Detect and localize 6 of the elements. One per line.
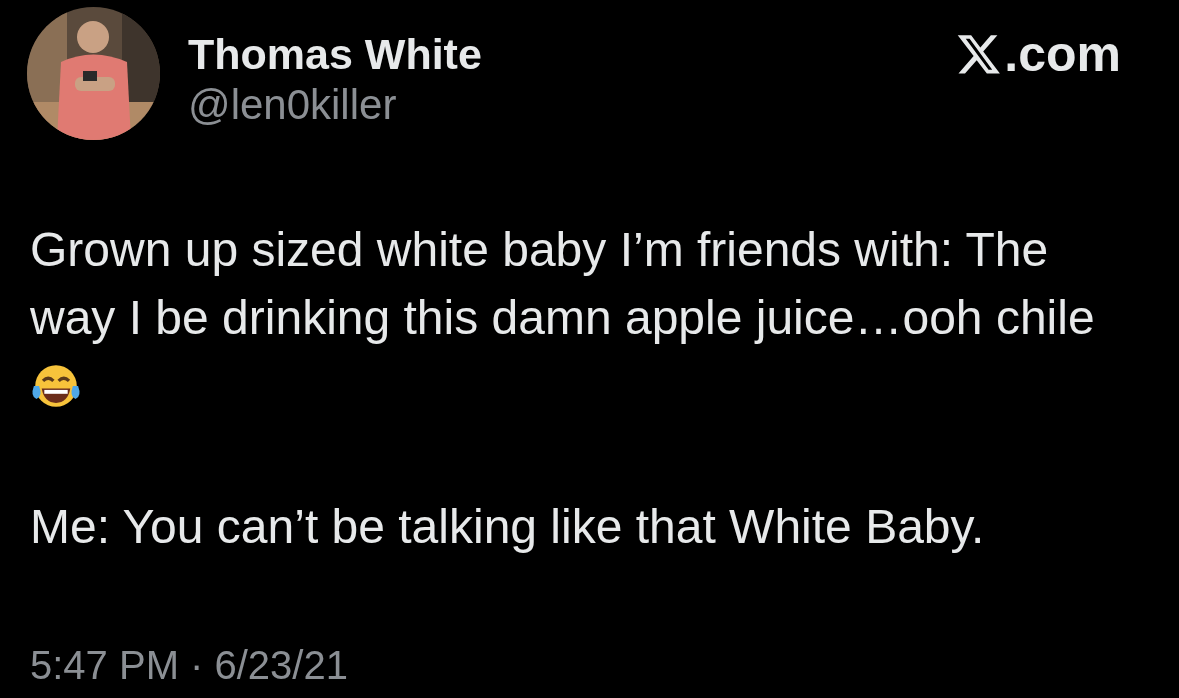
author-handle: @len0killer (188, 80, 398, 130)
tweet-text: Me: You can’t be talking like that White Baby. (30, 499, 986, 555)
brand-text: .com (1004, 27, 1121, 81)
tweet-text: Grown up sized white baby I’m friends with: The way I be drinking this damn apple juice…ooh chile (30, 222, 1096, 346)
author-name: Thomas White (188, 29, 482, 79)
timestamp: 5:47 PM · 6/23/21 (29, 642, 349, 689)
